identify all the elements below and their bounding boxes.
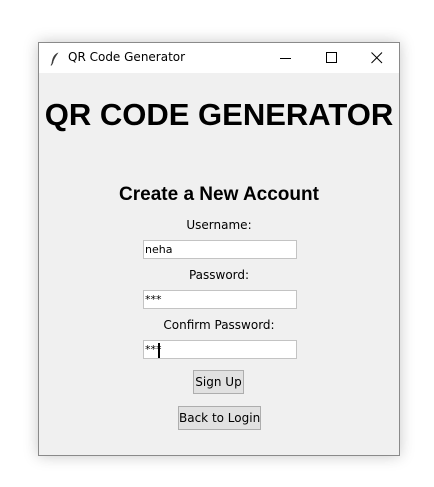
maximize-button[interactable] bbox=[309, 43, 355, 73]
form-title: Create a New Account bbox=[119, 184, 319, 205]
minimize-icon bbox=[280, 58, 291, 59]
maximize-icon bbox=[326, 52, 337, 63]
page-title: QR CODE GENERATOR bbox=[44, 97, 394, 132]
confirm-password-label: Confirm Password: bbox=[163, 318, 275, 332]
password-field[interactable] bbox=[143, 290, 297, 309]
sign-up-button[interactable]: Sign Up bbox=[193, 370, 244, 394]
confirm-password-field[interactable] bbox=[143, 340, 297, 359]
feather-icon bbox=[50, 51, 60, 66]
username-field[interactable] bbox=[143, 240, 297, 259]
minimize-button[interactable] bbox=[263, 43, 309, 73]
username-label: Username: bbox=[186, 218, 252, 232]
password-label: Password: bbox=[188, 268, 250, 282]
close-button[interactable] bbox=[354, 43, 400, 73]
text-cursor bbox=[158, 343, 160, 358]
app-window: QR Code Generator QR CODE GENERATOR Crea… bbox=[38, 42, 400, 456]
close-icon bbox=[371, 52, 383, 64]
window-title: QR Code Generator bbox=[68, 50, 186, 64]
title-bar[interactable]: QR Code Generator bbox=[39, 43, 399, 73]
back-to-login-button[interactable]: Back to Login bbox=[178, 406, 261, 430]
